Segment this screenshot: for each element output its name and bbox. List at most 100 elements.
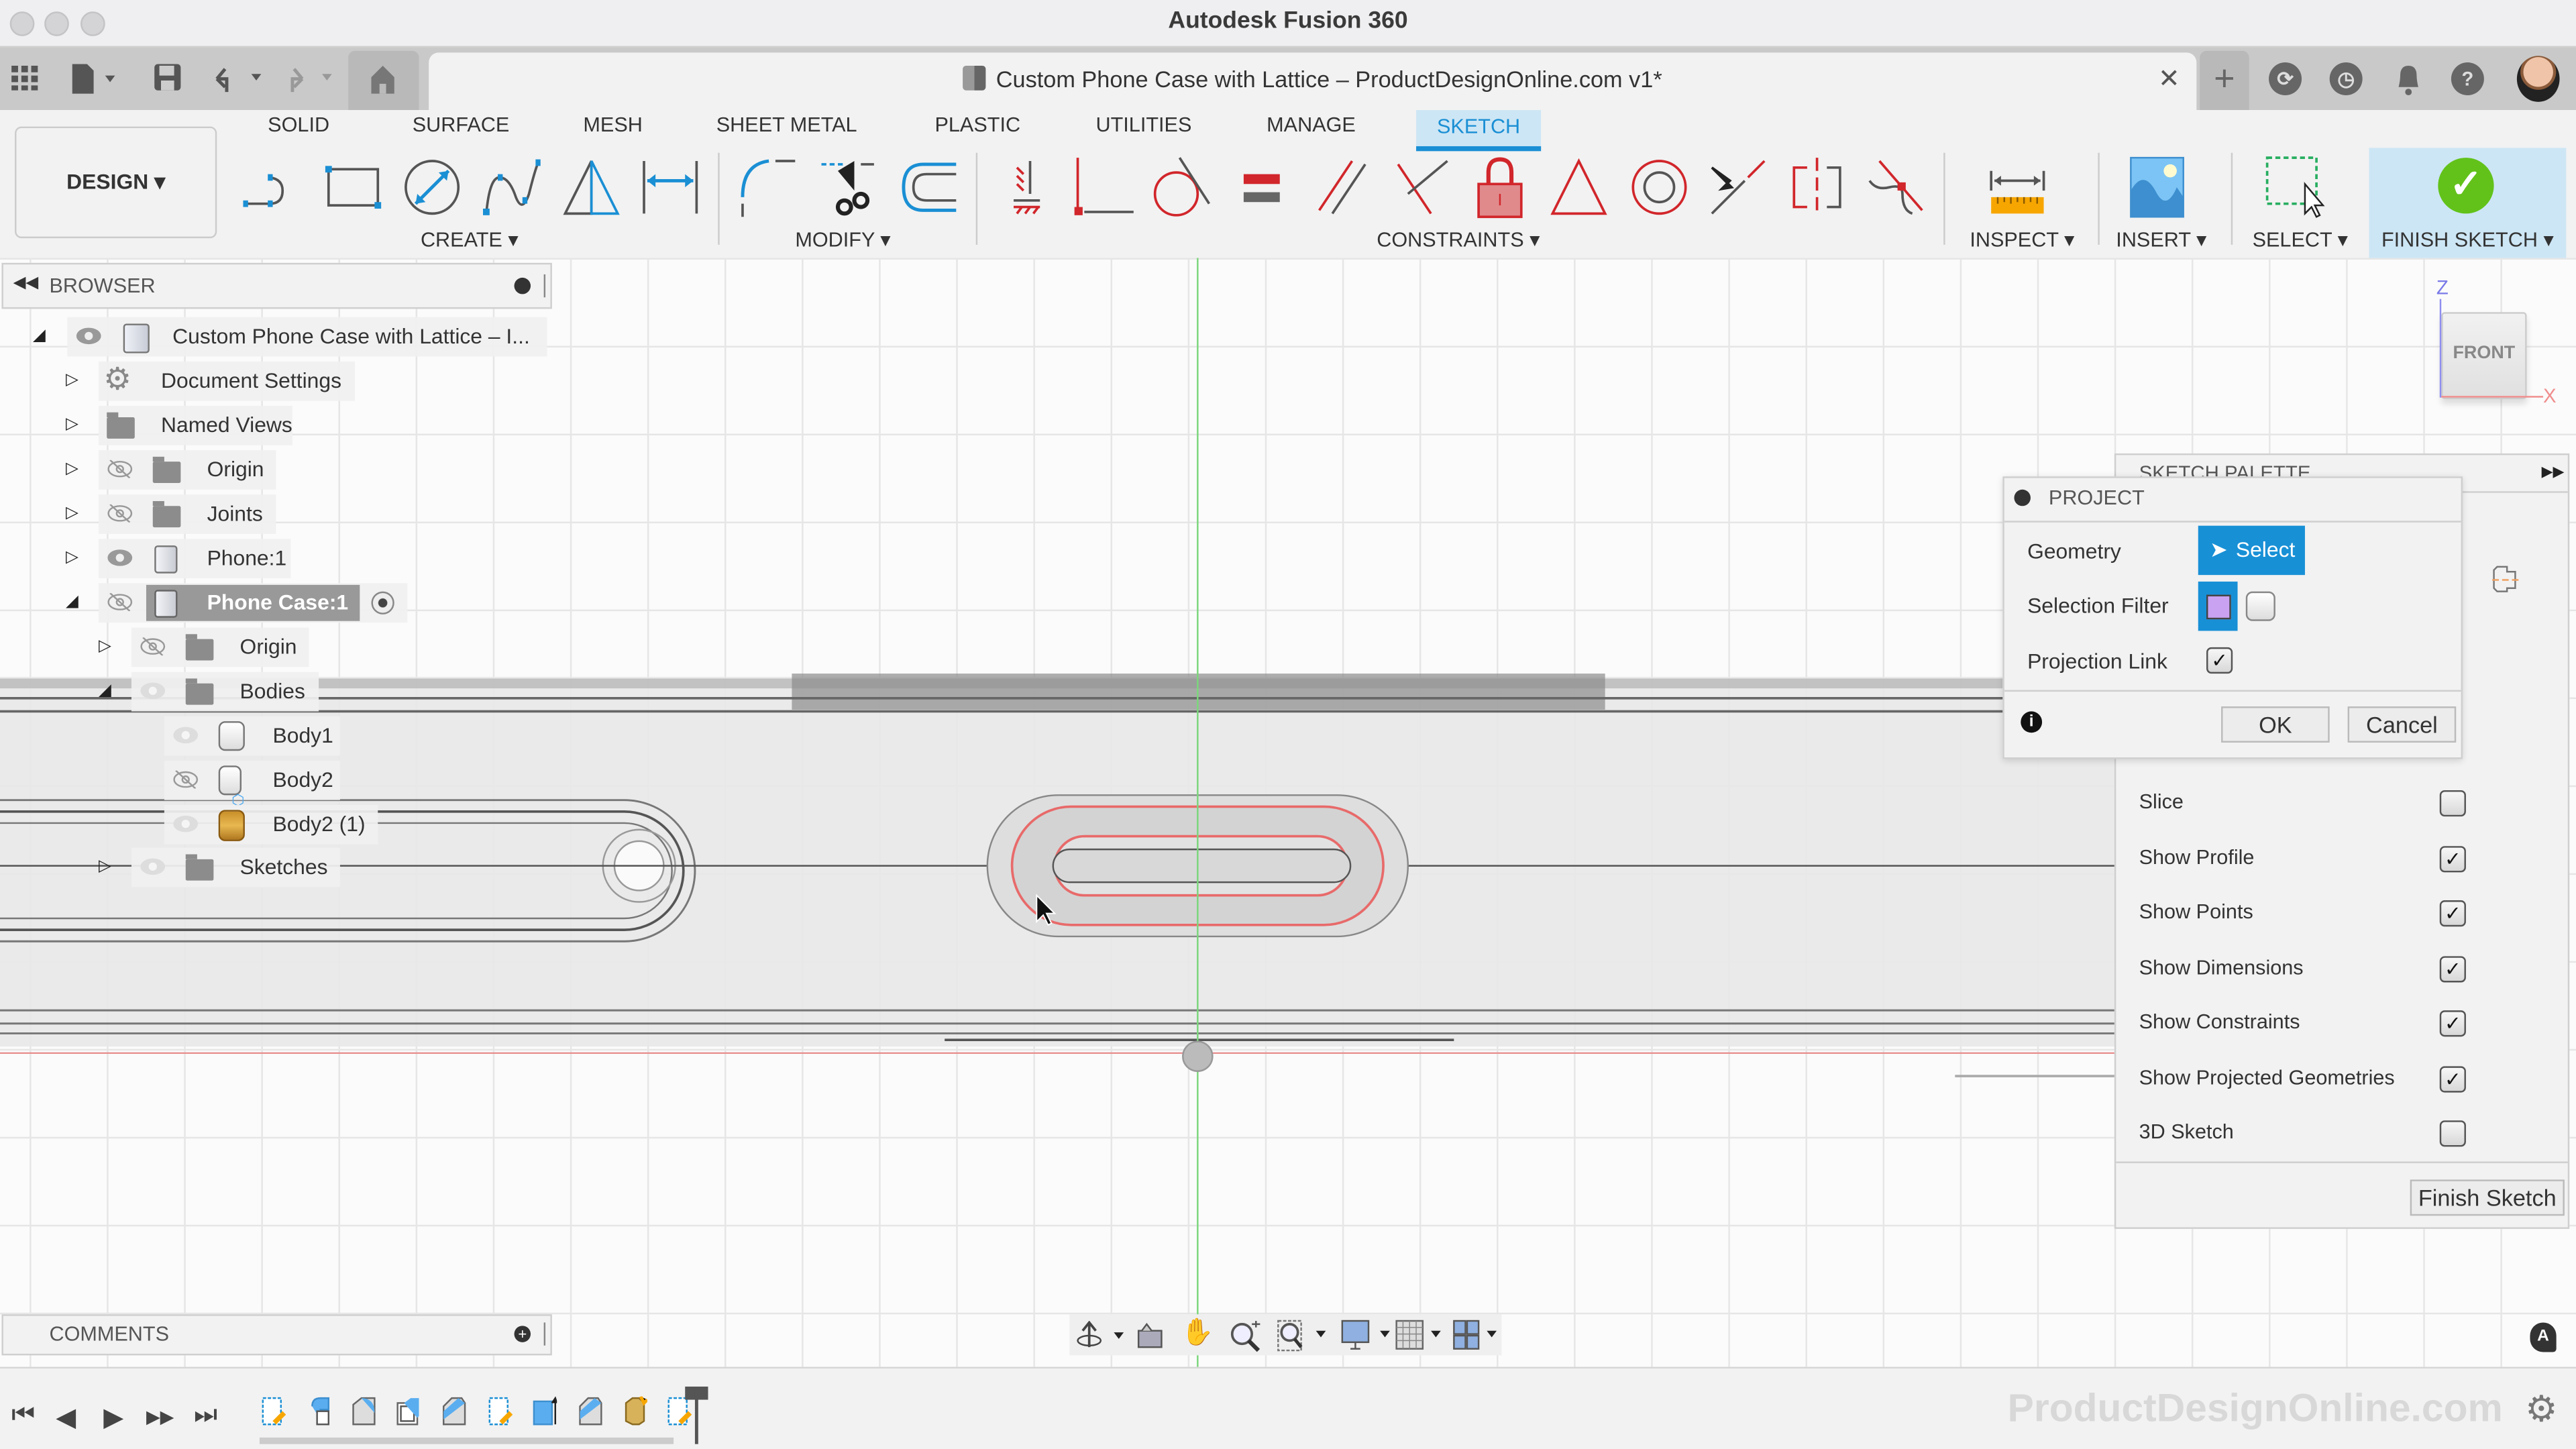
tree-item-sketches[interactable]: Sketches bbox=[131, 847, 340, 888]
measure-tool-icon[interactable] bbox=[1984, 154, 2050, 220]
timeline-combine-icon[interactable] bbox=[309, 1397, 333, 1426]
curvature-constraint-icon[interactable] bbox=[1863, 154, 1929, 220]
new-tab-button[interactable]: + bbox=[2200, 50, 2249, 111]
expand-palette-icon[interactable]: ▶▶ bbox=[2542, 464, 2565, 482]
viewports-icon[interactable] bbox=[1452, 1320, 1505, 1352]
expand-triangle-icon[interactable]: ▷ bbox=[66, 371, 78, 389]
visibility-eye-icon[interactable] bbox=[140, 682, 166, 700]
expand-triangle-icon[interactable]: ▷ bbox=[99, 637, 111, 655]
coincident-constraint-icon[interactable] bbox=[1071, 154, 1137, 220]
tab-sketch[interactable]: SKETCH bbox=[1416, 110, 1542, 152]
file-menu-icon[interactable] bbox=[69, 62, 115, 95]
timeline-sketch-icon[interactable] bbox=[261, 1397, 286, 1426]
hidden-eye-icon[interactable] bbox=[107, 593, 133, 612]
show-constraints-checkbox[interactable]: ✓ bbox=[2439, 1010, 2466, 1037]
expand-triangle-icon[interactable]: ▷ bbox=[66, 504, 78, 523]
collapse-triangle-icon[interactable]: ◢ bbox=[99, 682, 111, 700]
tab-utilities[interactable]: UTILITIES bbox=[1095, 113, 1191, 136]
show-points-checkbox[interactable]: ✓ bbox=[2439, 900, 2466, 927]
window-select-icon[interactable] bbox=[2262, 154, 2328, 220]
notifications-icon[interactable] bbox=[2392, 61, 2425, 97]
tab-sheet-metal[interactable]: SHEET METAL bbox=[716, 113, 857, 136]
expand-triangle-icon[interactable]: ▷ bbox=[99, 857, 111, 875]
inspect-menu[interactable]: INSPECT ▾ bbox=[1970, 227, 2074, 251]
tree-item-body2-copy[interactable]: Body2 (1) bbox=[164, 805, 378, 845]
timeline-split-body-icon[interactable] bbox=[442, 1397, 467, 1426]
fix-lock-constraint-icon[interactable] bbox=[1467, 154, 1533, 220]
projection-link-checkbox[interactable]: ✓ bbox=[2206, 647, 2233, 674]
timeline-shell-icon[interactable] bbox=[396, 1397, 421, 1426]
hidden-eye-icon[interactable] bbox=[172, 770, 199, 789]
geometry-select-button[interactable]: ➤ Select bbox=[2198, 525, 2305, 576]
mirror-tool-icon[interactable] bbox=[559, 154, 625, 220]
tree-item-body2[interactable]: ⬡ Body2 bbox=[164, 760, 340, 808]
filter-bodies-button[interactable] bbox=[2245, 591, 2275, 621]
hidden-eye-icon[interactable] bbox=[140, 637, 166, 656]
workspace-switcher[interactable]: DESIGN ▾ bbox=[15, 126, 217, 239]
trim-tool-icon[interactable] bbox=[818, 154, 884, 220]
tab-solid[interactable]: SOLID bbox=[268, 113, 329, 136]
collinear-constraint-icon[interactable] bbox=[1705, 154, 1771, 220]
view-cube-face[interactable]: FRONT bbox=[2441, 312, 2527, 400]
hidden-eye-icon[interactable] bbox=[107, 460, 133, 478]
insert-image-icon[interactable] bbox=[2125, 154, 2190, 220]
tree-item-body1[interactable]: Body1 bbox=[164, 716, 340, 756]
view-cube[interactable]: Z FRONT X bbox=[2432, 276, 2567, 411]
document-tab[interactable]: Custom Phone Case with Lattice – Product… bbox=[429, 52, 2197, 111]
save-icon[interactable] bbox=[151, 62, 184, 95]
timeline-play-button[interactable]: ▶ bbox=[103, 1401, 123, 1434]
offset-tool-icon[interactable] bbox=[897, 154, 963, 220]
timeline-marker-line[interactable] bbox=[694, 1388, 698, 1444]
expand-triangle-icon[interactable]: ▷ bbox=[66, 549, 78, 567]
info-icon[interactable]: i bbox=[2021, 711, 2043, 733]
orbit-icon[interactable] bbox=[1075, 1320, 1127, 1350]
spline-tool-icon[interactable] bbox=[480, 154, 545, 220]
tab-mesh[interactable]: MESH bbox=[583, 113, 642, 136]
timeline-volumetric-lattice-icon[interactable] bbox=[623, 1396, 647, 1426]
expand-triangle-icon[interactable]: ▷ bbox=[66, 416, 78, 434]
timeline-previous-button[interactable]: ◀ bbox=[56, 1401, 76, 1434]
filter-specified-entities-button[interactable] bbox=[2198, 581, 2238, 631]
tree-item-root[interactable]: Custom Phone Case with Lattice – I... bbox=[67, 317, 547, 357]
show-profile-checkbox[interactable]: ✓ bbox=[2439, 846, 2466, 873]
midpoint-constraint-icon[interactable] bbox=[1546, 154, 1612, 220]
activate-component-radio[interactable] bbox=[371, 591, 394, 614]
add-comment-icon[interactable]: + bbox=[514, 1326, 531, 1342]
modify-menu[interactable]: MODIFY ▾ bbox=[795, 227, 890, 251]
job-status-icon[interactable]: ◷ bbox=[2329, 62, 2363, 96]
expand-triangle-icon[interactable]: ▷ bbox=[66, 460, 78, 478]
pan-icon[interactable]: ✋ bbox=[1181, 1316, 1214, 1349]
collapse-browser-icon[interactable]: ◀◀ bbox=[13, 274, 39, 292]
equal-constraint-icon[interactable] bbox=[1229, 154, 1295, 220]
tree-item-bodies[interactable]: Bodies bbox=[131, 672, 319, 712]
fillet-tool-icon[interactable] bbox=[736, 154, 802, 220]
close-tab-button[interactable]: ✕ bbox=[2158, 62, 2180, 95]
look-at-icon[interactable] bbox=[1135, 1321, 1165, 1350]
select-menu[interactable]: SELECT ▾ bbox=[2253, 227, 2348, 251]
redo-icon[interactable] bbox=[282, 62, 332, 95]
zoom-icon[interactable] bbox=[1229, 1320, 1262, 1352]
display-settings-icon[interactable] bbox=[1340, 1320, 1393, 1352]
line-tool-icon[interactable] bbox=[240, 154, 306, 220]
palette-finish-sketch-button[interactable]: Finish Sketch bbox=[2410, 1179, 2565, 1216]
visibility-eye-icon[interactable] bbox=[172, 815, 199, 833]
hidden-eye-icon[interactable] bbox=[107, 504, 133, 523]
timeline-extrude-icon[interactable] bbox=[532, 1396, 557, 1426]
perpendicular-constraint-icon[interactable] bbox=[1388, 154, 1454, 220]
collapse-triangle-icon[interactable]: ◢ bbox=[33, 327, 46, 345]
ok-button[interactable]: OK bbox=[2221, 706, 2330, 743]
finish-sketch-button[interactable]: ✓ FINISH SKETCH ▾ bbox=[2369, 148, 2567, 258]
app-grid-icon[interactable] bbox=[8, 62, 41, 95]
tree-item-phone[interactable]: Phone:1 bbox=[98, 539, 291, 579]
collapse-triangle-icon[interactable]: ◢ bbox=[66, 593, 78, 611]
rectangle-tool-icon[interactable] bbox=[321, 154, 386, 220]
visibility-eye-icon[interactable] bbox=[172, 726, 199, 744]
visibility-eye-icon[interactable] bbox=[140, 857, 166, 875]
concentric-constraint-icon[interactable] bbox=[1627, 154, 1693, 220]
timeline-last-button[interactable]: ⏭ bbox=[194, 1401, 217, 1431]
tree-item-origin[interactable]: Origin bbox=[98, 450, 276, 490]
symmetric-constraint-icon[interactable] bbox=[1784, 154, 1850, 220]
3d-sketch-checkbox[interactable] bbox=[2439, 1120, 2466, 1147]
collapse-dialog-icon[interactable] bbox=[2014, 489, 2031, 506]
autodesk-assistant-icon[interactable]: A bbox=[2530, 1322, 2557, 1352]
